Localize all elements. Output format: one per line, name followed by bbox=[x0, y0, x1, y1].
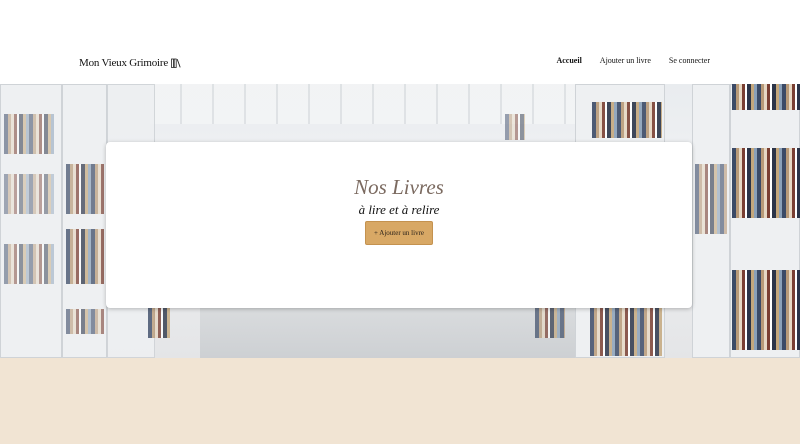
book-logo-icon bbox=[171, 58, 181, 68]
bookshelf bbox=[592, 102, 662, 138]
logo[interactable]: Mon Vieux Grimoire bbox=[79, 57, 181, 69]
content-area bbox=[0, 358, 800, 444]
nav-ajouter-livre[interactable]: Ajouter un livre bbox=[600, 56, 651, 65]
logo-text: Mon Vieux Grimoire bbox=[79, 57, 169, 69]
bookshelf bbox=[66, 229, 104, 284]
bookshelf bbox=[66, 164, 104, 214]
bookshelf bbox=[590, 308, 662, 356]
bookshelf bbox=[4, 244, 54, 284]
page-title: Nos Livres bbox=[354, 175, 444, 199]
main-nav: Accueil Ajouter un livre Se connecter bbox=[556, 56, 710, 65]
add-book-button[interactable]: + Ajouter un livre bbox=[365, 221, 433, 245]
bookshelf bbox=[732, 84, 800, 110]
hero-card: Nos Livres à lire et à relire + Ajouter … bbox=[106, 142, 692, 308]
bookshelf bbox=[4, 114, 54, 154]
bookshelf bbox=[4, 174, 54, 214]
page-subtitle: à lire et à relire bbox=[358, 202, 440, 217]
bookshelf bbox=[505, 114, 525, 140]
bookshelf bbox=[732, 270, 800, 350]
bookshelf bbox=[695, 164, 727, 234]
nav-se-connecter[interactable]: Se connecter bbox=[669, 56, 710, 65]
bookshelf bbox=[66, 309, 104, 334]
bookshelf bbox=[148, 308, 170, 338]
nav-accueil[interactable]: Accueil bbox=[556, 56, 581, 65]
site-header: Mon Vieux Grimoire Accueil Ajouter un li… bbox=[0, 0, 800, 84]
bookshelf bbox=[732, 148, 800, 218]
